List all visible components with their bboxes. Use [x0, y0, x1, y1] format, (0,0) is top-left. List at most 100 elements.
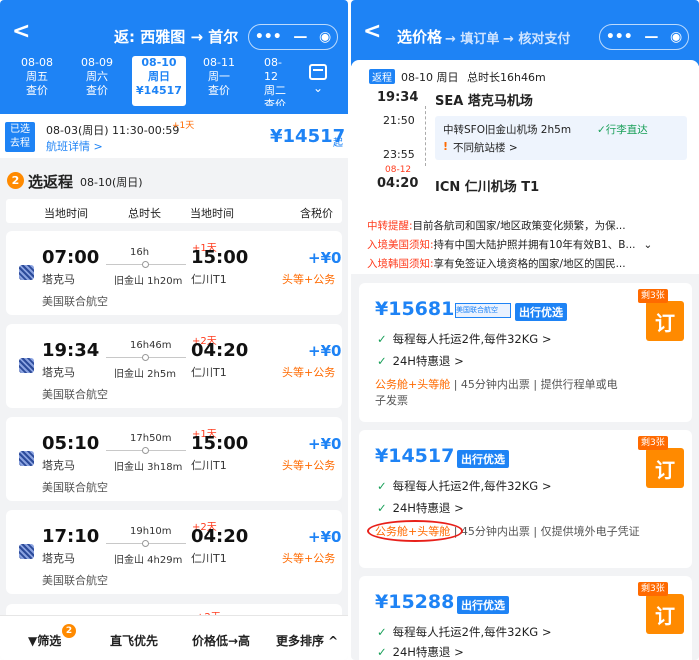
- minimize-icon[interactable]: —: [644, 29, 658, 45]
- segment-detail: 返程 08-10 周日 总时长16h46m 19:34 SEA 塔克马机场 21…: [351, 60, 699, 274]
- date-item[interactable]: 08-12 周二 查价: [252, 56, 292, 106]
- arr-time: 04:20: [377, 176, 419, 191]
- baggage-info[interactable]: ✓ 每程每人托运2件,每件32KG >: [377, 478, 552, 494]
- date-item-selected[interactable]: 08-10 周日 ¥14517: [132, 56, 186, 106]
- stop-dot-icon: [142, 540, 149, 547]
- check-icon: ✓: [377, 354, 387, 368]
- sort-price-button[interactable]: 价格低→高: [192, 632, 250, 649]
- book-button[interactable]: 剩3张订: [638, 289, 684, 341]
- page-title: 返: 西雅图 → 首尔: [114, 28, 239, 46]
- check-icon: ✓: [377, 479, 387, 493]
- direct-first-button[interactable]: 直飞优先: [110, 632, 158, 649]
- time-1: 21:50: [383, 114, 415, 127]
- price: +¥0: [308, 249, 342, 267]
- arr-time: 04:20: [191, 340, 249, 361]
- price-offer-card[interactable]: ¥14517 出行优选 ✓ 每程每人托运2件,每件32KG > ✓ 24H特惠退 >…: [359, 430, 692, 568]
- notice-item: 中转提醒:目前各航司和国家/地区政策变化频繁，为保...: [367, 220, 626, 232]
- refund-info[interactable]: ✓ 24H特惠退 >: [377, 353, 464, 369]
- col-arr-time: 当地时间: [190, 207, 234, 220]
- offer-price: ¥15288: [375, 591, 455, 613]
- back-button[interactable]: <: [12, 21, 30, 43]
- price-offer-card[interactable]: ¥15681 美国联合航空 出行优选 ✓ 每程每人托运2件,每件32KG > ✓ 2…: [359, 283, 692, 422]
- stopover: 旧金山 3h18m: [114, 462, 183, 473]
- flight-card[interactable]: 19:34 塔克马 16h46m 旧金山 2h5m +2天 04:20 仁川T1 +¥0 头等+…: [6, 324, 342, 408]
- column-header: 当地时间 总时长 当地时间 含税价: [6, 199, 342, 223]
- flight-card[interactable]: 07:00 塔克马 16h 旧金山 1h20m +1天 15:00 仁川T1 +¥0 头等+公务…: [6, 231, 342, 315]
- annotation-circle: [367, 520, 463, 542]
- refund-info[interactable]: ✓ 24H特惠退 >: [377, 500, 464, 516]
- stopover: 旧金山 1h20m: [114, 276, 183, 287]
- airline-name: 美国联合航空: [42, 388, 108, 401]
- dep-time: 07:00: [42, 247, 100, 268]
- back-button[interactable]: <: [363, 21, 381, 43]
- preferred-tag: 出行优选: [515, 303, 567, 321]
- stop-dot-icon: [142, 261, 149, 268]
- more-icon[interactable]: •••: [606, 29, 633, 45]
- transfer-box[interactable]: 中转SFO旧金山机场 2h5m ✓行李直达 ! 不同航站楼 >: [435, 116, 687, 160]
- duration: 19h10m: [130, 526, 172, 537]
- refund-info[interactable]: ✓ 24H特惠退 >: [377, 644, 464, 660]
- airline-logo-icon: [19, 265, 34, 280]
- capsule-menu: ••• — ◉: [248, 24, 338, 50]
- offer-price: ¥15681: [375, 298, 455, 320]
- arr-airport: 仁川T1: [191, 459, 227, 472]
- segment-date: 08-10 周日: [401, 71, 459, 84]
- flight-card[interactable]: 05:10 塔克马 17h50m 旧金山 3h18m +1天 15:00 仁川T1 +¥0 头等…: [6, 417, 342, 501]
- check-icon: ✓: [377, 501, 387, 515]
- select-price-screen: < 选价格 → 填订单 → 核对支付 ••• — ◉ 返程 08-10 周日 总…: [351, 0, 699, 660]
- stopover: 旧金山 2h5m: [114, 369, 176, 380]
- notice-list[interactable]: 中转提醒:目前各航司和国家/地区政策变化频繁，为保... 入境美国须知:持有中国…: [367, 218, 652, 271]
- more-sort-button[interactable]: 更多排序 ^: [276, 632, 338, 649]
- duration: 16h: [130, 247, 150, 258]
- date-item[interactable]: 08-09 周六 查价: [70, 56, 124, 106]
- flight-card[interactable]: 17:10 塔克马 19h10m 旧金山 4h29m +2天 04:20 仁川T1 +¥0 头等…: [6, 510, 342, 594]
- baggage-info[interactable]: ✓ 每程每人托运2件,每件32KG >: [377, 331, 552, 347]
- price-offer-card[interactable]: ¥15288 出行优选 ✓ 每程每人托运2件,每件32KG > ✓ 24H特惠退 >…: [359, 576, 692, 660]
- arr-airport: 仁川T1: [191, 273, 227, 286]
- step-fill-order: → 填订单: [445, 32, 500, 47]
- filter-button[interactable]: ▼筛选: [28, 632, 61, 649]
- dep-airport: 塔克马: [42, 366, 75, 379]
- filter-badge: 2: [62, 624, 76, 638]
- more-icon[interactable]: •••: [255, 29, 282, 45]
- price: +¥0: [308, 342, 342, 360]
- dep-airport: 塔克马: [42, 273, 75, 286]
- arr-time: 04:20: [191, 526, 249, 547]
- arr-airport: 仁川T1: [191, 366, 227, 379]
- dep-time: 05:10: [42, 433, 100, 454]
- remaining-seats: 剩3张: [638, 582, 668, 596]
- arr-time: 15:00: [191, 433, 249, 454]
- return-section-header: 2 选返程 08-10(周日): [0, 165, 348, 195]
- cabin-class: 头等+公务: [282, 459, 336, 472]
- section-title: 选返程: [28, 173, 74, 191]
- selected-outbound: 已选 去程 08-03(周日) 11:30-00:59 +1天 航班详情 > ¥1…: [0, 114, 348, 158]
- outbound-info: 08-03(周日) 11:30-00:59: [46, 124, 180, 137]
- close-icon[interactable]: ◉: [670, 29, 682, 45]
- airline-logo-icon: [19, 544, 34, 559]
- stop-dot-icon: [142, 354, 149, 361]
- total-duration: 总时长16h46m: [467, 71, 546, 84]
- col-duration: 总时长: [128, 207, 161, 220]
- date-item[interactable]: 08-11 周一 查价: [192, 56, 246, 106]
- book-button[interactable]: 剩3张订: [638, 436, 684, 488]
- calendar-icon: [309, 64, 327, 80]
- filter-icon: ▼: [28, 634, 38, 648]
- calendar-button[interactable]: ⌄: [306, 64, 330, 100]
- book-button[interactable]: 剩3张订: [638, 582, 684, 634]
- baggage-through-tag: ✓行李直达: [597, 124, 648, 136]
- section-date: 08-10(周日): [80, 176, 143, 189]
- date-item[interactable]: 08-08 周五 查价: [10, 56, 64, 106]
- flight-detail-link[interactable]: 航班详情 >: [46, 138, 103, 154]
- arr-airport: ICN 仁川机场 T1: [435, 180, 540, 195]
- time-2: 23:55: [383, 148, 415, 161]
- step-pay: → 核对支付: [503, 32, 571, 47]
- minimize-icon[interactable]: —: [293, 29, 307, 45]
- baggage-info[interactable]: ✓ 每程每人托运2件,每件32KG >: [377, 624, 552, 640]
- close-icon[interactable]: ◉: [319, 29, 331, 45]
- notice-item: 入境韩国须知:享有免签证入境资格的国家/地区的国民...: [367, 258, 626, 270]
- dep-time: 19:34: [377, 90, 419, 105]
- notice-item: 入境美国须知:持有中国大陆护照并拥有10年有效B1、B... ⌄: [367, 239, 653, 251]
- chevron-down-icon: ⌄: [312, 81, 324, 95]
- airline-logo-icon: [19, 451, 34, 466]
- app: < 返: 西雅图 → 首尔 ••• — ◉ 08-08 周五 查价 08-09 周六查…: [0, 0, 699, 660]
